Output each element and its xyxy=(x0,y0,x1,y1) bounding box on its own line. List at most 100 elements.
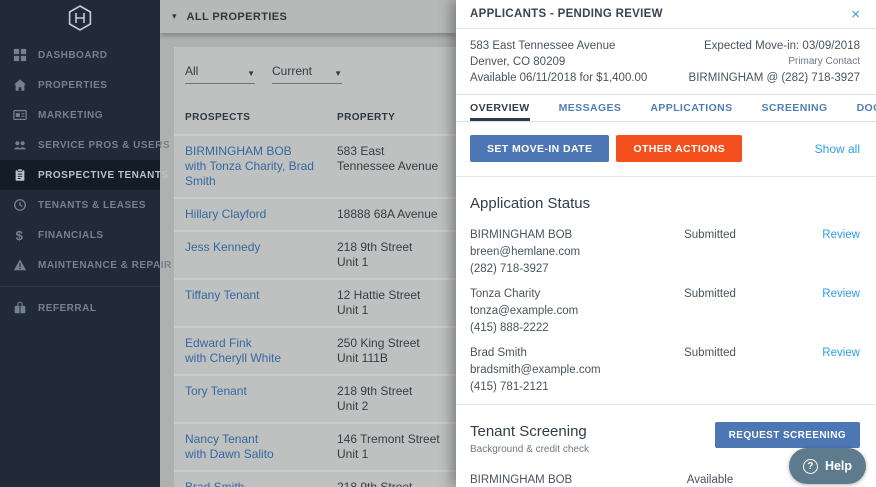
property-selector[interactable]: ▾ ALL PROPERTIES xyxy=(160,0,456,33)
hexagon-h-logo-icon xyxy=(66,4,94,32)
table-row[interactable]: Tiffany Tenant 12 Hattie StreetUnit 1 xyxy=(174,280,456,328)
prospect-name-link[interactable]: Edward Fink xyxy=(185,336,337,351)
sidebar-item-label: PROSPECTIVE TENANTS xyxy=(38,170,169,181)
property-address: 218 9th Street xyxy=(337,384,445,399)
applicant-name: BIRMINGHAM BOB xyxy=(470,227,640,244)
review-link[interactable]: Review xyxy=(822,347,860,359)
sidebar-item-label: MARKETING xyxy=(38,110,103,121)
sidebar-item-financials[interactable]: $ FINANCIALS xyxy=(0,220,160,250)
app-window: DASHBOARD PROPERTIES MARKETING SERVICE P… xyxy=(0,0,876,487)
table-row[interactable]: Edward Finkwith Cheryll White 250 King S… xyxy=(174,328,456,376)
table-row[interactable]: Nancy Tenantwith Dawn Salito 146 Tremont… xyxy=(174,424,456,472)
expected-move-in: Expected Move-in: 03/09/2018 xyxy=(689,38,860,54)
close-icon[interactable]: × xyxy=(851,7,860,22)
prospect-name-link[interactable]: BIRMINGHAM BOB xyxy=(185,144,337,159)
table-row[interactable]: Brad Smith 218 9th StreetUnit 1 xyxy=(174,472,456,487)
prospect-name-link[interactable]: Tory Tenant xyxy=(185,384,337,399)
prospect-name-link[interactable]: Hillary Clayford xyxy=(185,207,337,222)
hemlane-logo[interactable] xyxy=(0,0,160,36)
sidebar-item-label: SERVICE PROS & USERS xyxy=(38,140,170,151)
application-status-value: Submitted xyxy=(640,345,780,396)
dashboard-icon xyxy=(12,48,27,63)
tab-docs[interactable]: DOCS xyxy=(857,95,876,121)
marketing-icon xyxy=(12,108,27,123)
status-filter-select[interactable]: All ▼ xyxy=(185,64,255,84)
property-unit: Unit 1 xyxy=(337,255,445,270)
home-icon xyxy=(12,78,27,93)
property-address: 18888 68A Avenue xyxy=(337,207,445,222)
tab-screening[interactable]: SCREENING xyxy=(762,95,828,121)
prospect-name-link[interactable]: Nancy Tenant xyxy=(185,432,337,447)
sidebar-item-tenants-leases[interactable]: TENANTS & LEASES xyxy=(0,190,160,220)
applicant-phone: (415) 888-2222 xyxy=(470,320,640,337)
sidebar-item-dashboard[interactable]: DASHBOARD xyxy=(0,40,160,70)
application-status-value: Submitted xyxy=(640,286,780,337)
sidebar-item-maintenance-repair[interactable]: MAINTENANCE & REPAIR xyxy=(0,250,160,280)
sidebar-item-referral[interactable]: REFERRAL xyxy=(0,293,160,323)
help-button[interactable]: ? Help xyxy=(789,448,866,484)
table-row[interactable]: Hillary Clayford 18888 68A Avenue xyxy=(174,199,456,232)
request-screening-button[interactable]: REQUEST SCREENING xyxy=(715,422,860,448)
prospect-name-link[interactable]: Brad Smith xyxy=(185,480,337,487)
screening-applicant-name: BIRMINGHAM BOB xyxy=(470,473,640,487)
table-row[interactable]: Tory Tenant 218 9th StreetUnit 2 xyxy=(174,376,456,424)
action-bar: SET MOVE-IN DATE OTHER ACTIONS Show all xyxy=(456,122,876,176)
contact-block: Expected Move-in: 03/09/2018 Primary Con… xyxy=(689,38,860,86)
table-row[interactable]: Jess Kennedy 218 9th StreetUnit 1 xyxy=(174,232,456,280)
users-icon xyxy=(12,138,27,153)
show-all-link[interactable]: Show all xyxy=(815,142,860,156)
panel-header: APPLICANTS - PENDING REVIEW × xyxy=(456,0,876,29)
period-filter-value: Current xyxy=(272,64,312,78)
warning-icon xyxy=(12,258,27,273)
tab-messages[interactable]: MESSAGES xyxy=(559,95,622,121)
property-address: 583 East Tennessee Avenue xyxy=(337,144,445,174)
property-address: 218 9th Street xyxy=(337,480,445,487)
screening-subtext: Background & credit check xyxy=(470,444,589,455)
clipboard-icon xyxy=(12,168,27,183)
sidebar-item-properties[interactable]: PROPERTIES xyxy=(0,70,160,100)
prospect-name-link[interactable]: Tiffany Tenant xyxy=(185,288,337,303)
period-filter-select[interactable]: Current ▼ xyxy=(272,64,342,84)
other-actions-button[interactable]: OTHER ACTIONS xyxy=(616,135,742,162)
prospect-name-link[interactable]: Jess Kennedy xyxy=(185,240,337,255)
sidebar-item-marketing[interactable]: MARKETING xyxy=(0,100,160,130)
applicant-phone: (415) 781-2121 xyxy=(470,379,640,396)
review-link[interactable]: Review xyxy=(822,229,860,241)
help-button-label: Help xyxy=(825,459,852,473)
address-line1: 583 East Tennessee Avenue xyxy=(470,38,647,54)
tab-applications[interactable]: APPLICATIONS xyxy=(650,95,732,121)
prospects-card: All ▼ Current ▼ PROSPECTS PROPERTY BIRMI… xyxy=(174,47,456,487)
screening-status-value: Available xyxy=(640,473,780,487)
sidebar-item-service-pros-users[interactable]: SERVICE PROS & USERS xyxy=(0,130,160,160)
primary-contact-label: Primary Contact xyxy=(689,54,860,70)
panel-title: APPLICANTS - PENDING REVIEW xyxy=(470,8,663,20)
review-link[interactable]: Review xyxy=(822,288,860,300)
sidebar-item-prospective-tenants[interactable]: PROSPECTIVE TENANTS xyxy=(0,160,160,190)
applicant-phone: (282) 718-3927 xyxy=(470,261,640,278)
clock-icon xyxy=(12,198,27,213)
column-header-prospects: PROSPECTS xyxy=(185,112,337,123)
sidebar: DASHBOARD PROPERTIES MARKETING SERVICE P… xyxy=(0,0,160,487)
sidebar-item-label: DASHBOARD xyxy=(38,50,108,61)
status-filter-value: All xyxy=(185,64,198,78)
property-address: 250 King Street xyxy=(337,336,445,351)
filters-row: All ▼ Current ▼ xyxy=(174,47,456,100)
property-address: 146 Tremont Street xyxy=(337,432,445,447)
question-mark-icon: ? xyxy=(803,459,818,474)
property-unit: Unit 1 xyxy=(337,303,445,318)
primary-contact-value: BIRMINGHAM @ (282) 718-3927 xyxy=(689,70,860,86)
applicant-row: Brad Smith bradsmith@example.com (415) 7… xyxy=(470,345,860,396)
set-move-in-date-button[interactable]: SET MOVE-IN DATE xyxy=(470,135,609,162)
applicant-email: tonza@example.com xyxy=(470,303,640,320)
sidebar-item-label: TENANTS & LEASES xyxy=(38,200,146,211)
application-status-section: Application Status BIRMINGHAM BOB breen@… xyxy=(456,177,876,396)
column-header-property: PROPERTY xyxy=(337,112,445,123)
property-selector-label: ALL PROPERTIES xyxy=(187,11,288,23)
table-row[interactable]: BIRMINGHAM BOBwith Tonza Charity, Brad S… xyxy=(174,136,456,199)
property-unit: Unit 111B xyxy=(337,351,445,366)
sidebar-item-label: REFERRAL xyxy=(38,303,96,314)
sidebar-item-label: PROPERTIES xyxy=(38,80,107,91)
prospect-co-applicants: with Dawn Salito xyxy=(185,447,337,462)
application-status-value: Submitted xyxy=(640,227,780,278)
tab-overview[interactable]: OVERVIEW xyxy=(470,95,530,121)
